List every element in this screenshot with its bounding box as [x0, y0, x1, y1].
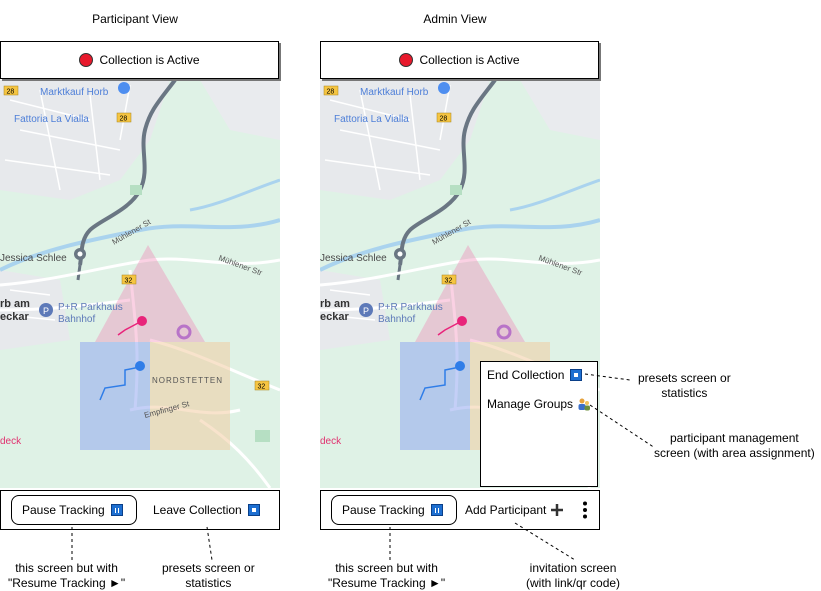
svg-text:P: P: [363, 306, 369, 316]
nordstetten-label: NORDSTETTEN: [152, 376, 223, 385]
admin-options-menu: End Collection Manage Groups: [480, 361, 598, 487]
svg-text:P: P: [43, 306, 49, 316]
participant-bottom-bar: Pause Tracking Leave Collection: [0, 490, 280, 530]
horb-label-2: eckar: [0, 311, 29, 323]
recording-dot-icon: [399, 53, 414, 67]
horb-label-1: rb am: [0, 298, 30, 310]
fattoria-label: Fattoria La Vialla: [14, 114, 89, 125]
parkhaus-label-2: Bahnhof: [58, 314, 95, 325]
admin-status-bar: Collection is Active: [320, 41, 599, 79]
admin-view-title: Admin View: [423, 12, 487, 26]
admin-pause-tracking-button[interactable]: Pause Tracking: [331, 495, 457, 525]
route-badge-32a-text: 32: [445, 278, 453, 285]
jessica-label: Jessica Schlee: [0, 253, 67, 264]
stop-icon: [570, 369, 583, 381]
admin-status-text: Collection is Active: [419, 53, 520, 67]
pause-tracking-button[interactable]: Pause Tracking: [11, 495, 137, 525]
add-participant-label: Add Participant: [465, 503, 547, 517]
route-badge-28a-text: 28: [7, 89, 15, 96]
note-resume-right: this screen but with "Resume Tracking ►": [328, 561, 446, 590]
more-options-button[interactable]: [579, 495, 591, 525]
pause-icon: [430, 504, 443, 516]
manage-groups-label: Manage Groups: [487, 397, 574, 411]
deck-label: deck: [320, 436, 342, 447]
jessica-label: Jessica Schlee: [320, 253, 387, 264]
note-presets-right: presets screen or statistics: [638, 371, 731, 400]
participant-status-text: Collection is Active: [99, 53, 200, 67]
deck-label: deck: [0, 436, 22, 447]
add-participant-button[interactable]: Add Participant: [465, 495, 564, 525]
participant-map[interactable]: P 28 28 32 32 Marktkauf Horb Fattoria La…: [0, 80, 280, 488]
note-presets-left: presets screen or statistics: [162, 561, 255, 590]
participant-status-bar: Collection is Active: [0, 41, 279, 79]
horb-label-1: rb am: [320, 298, 350, 310]
route-badge-28a-text: 28: [327, 89, 335, 96]
note-participant-management: participant management screen (with area…: [654, 431, 815, 460]
admin-bottom-bar: Pause Tracking Add Participant: [320, 490, 600, 530]
parkhaus-label-1: P+R Parkhaus: [58, 302, 123, 313]
kebab-menu-icon: [583, 501, 587, 519]
route-badge-32a-text: 32: [125, 278, 133, 285]
end-collection-menu-item[interactable]: End Collection: [487, 368, 583, 382]
users-icon: [578, 398, 591, 411]
note-invitation: invitation screen (with link/qr code): [526, 561, 621, 590]
recording-dot-icon: [79, 53, 94, 67]
pause-tracking-label: Pause Tracking: [22, 503, 105, 517]
horb-label-2: eckar: [320, 311, 349, 323]
leave-collection-button[interactable]: Leave Collection: [153, 495, 260, 525]
participant-view-title: Participant View: [92, 12, 178, 26]
admin-pause-tracking-label: Pause Tracking: [342, 503, 425, 517]
note-resume-left: this screen but with "Resume Tracking ►": [8, 561, 126, 590]
marktkauf-label: Marktkauf Horb: [360, 87, 429, 98]
parkhaus-label-2: Bahnhof: [378, 314, 415, 325]
route-badge-32b-text: 32: [258, 384, 266, 391]
marktkauf-label: Marktkauf Horb: [40, 87, 109, 98]
route-badge-28b-text: 28: [440, 116, 448, 123]
route-badge-28b-text: 28: [120, 116, 128, 123]
pause-icon: [110, 504, 123, 516]
plus-icon: [551, 504, 564, 516]
parkhaus-label-1: P+R Parkhaus: [378, 302, 443, 313]
stop-icon: [247, 504, 260, 516]
end-collection-label: End Collection: [487, 368, 565, 382]
manage-groups-menu-item[interactable]: Manage Groups: [487, 397, 591, 411]
leave-collection-label: Leave Collection: [153, 503, 242, 517]
fattoria-label: Fattoria La Vialla: [334, 114, 409, 125]
